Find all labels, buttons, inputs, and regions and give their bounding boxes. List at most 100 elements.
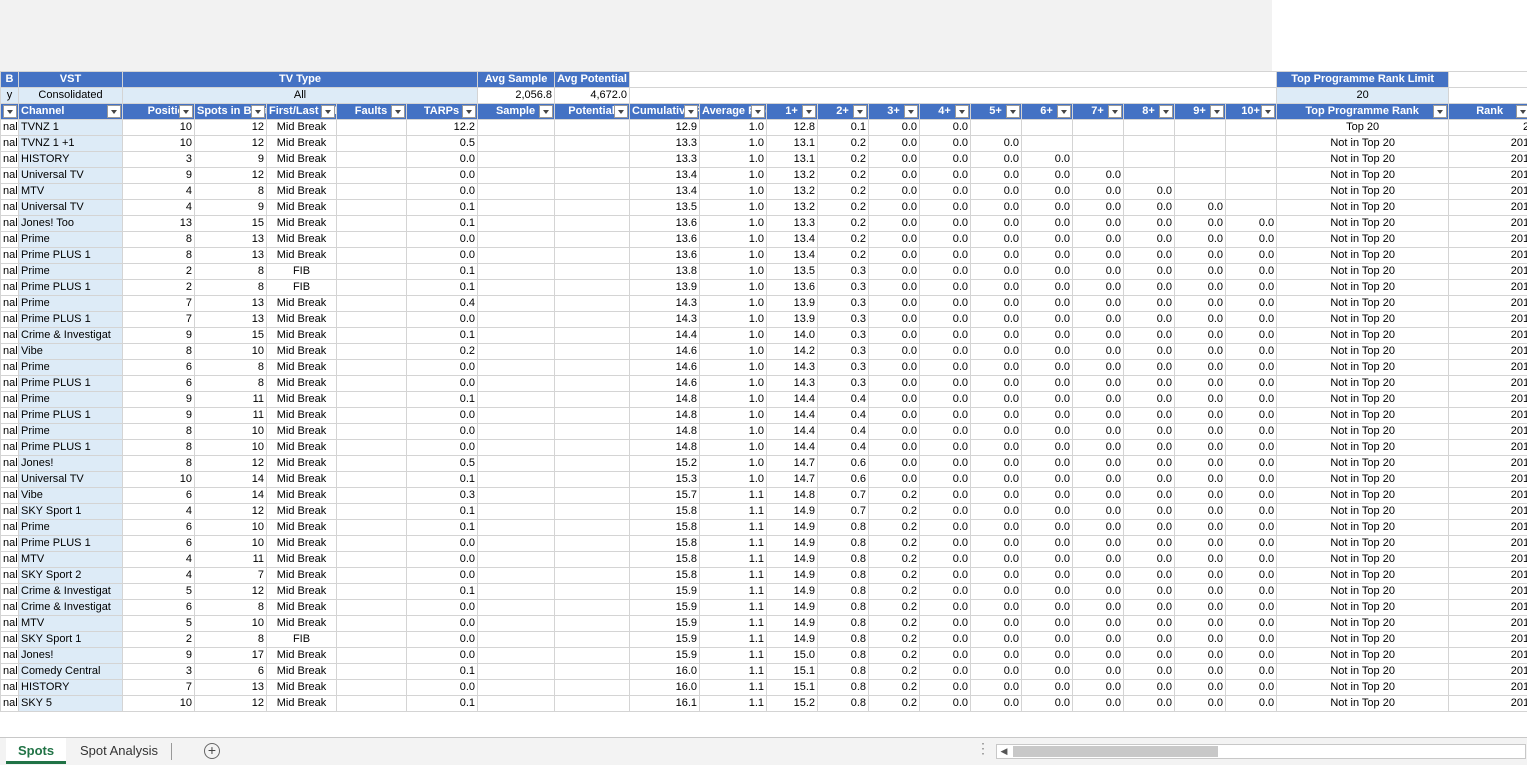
cell-p3[interactable]: 0.2 bbox=[868, 631, 921, 648]
cell-tpr[interactable]: Not in Top 20 bbox=[1276, 439, 1450, 456]
cell-cum[interactable]: 13.5 bbox=[629, 199, 701, 216]
cell-rank[interactable]: 201 bbox=[1448, 407, 1527, 424]
cell-potential[interactable] bbox=[554, 567, 631, 584]
cell-p6[interactable]: 0.0 bbox=[1021, 535, 1074, 552]
cell-spots[interactable]: 10 bbox=[194, 343, 267, 360]
cell-pos[interactable]: 2 bbox=[122, 631, 195, 648]
cell-fl[interactable]: Mid Break bbox=[266, 183, 337, 200]
cell-p9[interactable]: 0.0 bbox=[1174, 535, 1227, 552]
cell-p4[interactable]: 0.0 bbox=[919, 471, 972, 488]
filter-dropdown-icon[interactable] bbox=[1159, 105, 1174, 118]
filter-dropdown-icon[interactable] bbox=[1516, 105, 1527, 118]
cell-p5[interactable]: 0.0 bbox=[970, 487, 1023, 504]
cell-ch[interactable]: Prime bbox=[18, 391, 123, 408]
cell-rank[interactable]: 201 bbox=[1448, 583, 1527, 600]
cell-pos[interactable]: 9 bbox=[122, 167, 195, 184]
cell-p4[interactable]: 0.0 bbox=[919, 615, 972, 632]
cell-potential[interactable] bbox=[554, 471, 631, 488]
cell-p3[interactable]: 0.0 bbox=[868, 471, 921, 488]
cell-sample[interactable] bbox=[477, 343, 556, 360]
cell-p2[interactable]: 0.3 bbox=[817, 279, 870, 296]
cell-p7[interactable]: 0.0 bbox=[1072, 503, 1125, 520]
cell-p10[interactable]: 0.0 bbox=[1225, 519, 1278, 536]
cell-p3[interactable]: 0.0 bbox=[868, 407, 921, 424]
filter-dropdown-icon[interactable] bbox=[684, 105, 699, 118]
cell-potential[interactable] bbox=[554, 583, 631, 600]
cell-sample[interactable] bbox=[477, 215, 556, 232]
cell-spots[interactable]: 15 bbox=[194, 327, 267, 344]
cell-t0[interactable]: nal bbox=[0, 183, 19, 200]
cell-tpr[interactable]: Not in Top 20 bbox=[1276, 615, 1450, 632]
cell-p2[interactable]: 0.2 bbox=[817, 183, 870, 200]
cell-p7[interactable] bbox=[1072, 135, 1125, 152]
cell-fl[interactable]: Mid Break bbox=[266, 647, 337, 664]
cell-freq[interactable]: 1.0 bbox=[699, 167, 768, 184]
cell-p5[interactable]: 0.0 bbox=[970, 231, 1023, 248]
cell-fl[interactable]: Mid Break bbox=[266, 247, 337, 264]
cell-tarps[interactable]: 0.1 bbox=[405, 215, 479, 232]
cell-t0[interactable]: nal bbox=[0, 359, 19, 376]
cell-pos[interactable]: 9 bbox=[122, 407, 195, 424]
cell-freq[interactable]: 1.0 bbox=[699, 375, 768, 392]
cell-p1[interactable]: 14.9 bbox=[766, 535, 819, 552]
cell-p7[interactable]: 0.0 bbox=[1072, 167, 1125, 184]
cell-faults[interactable] bbox=[336, 231, 407, 248]
cell-p3[interactable]: 0.2 bbox=[868, 583, 921, 600]
cell-p2[interactable]: 0.3 bbox=[817, 295, 870, 312]
cell-spots[interactable]: 11 bbox=[194, 551, 267, 568]
cell-potential[interactable] bbox=[554, 631, 631, 648]
cell-rank[interactable]: 201 bbox=[1448, 391, 1527, 408]
cell-cum[interactable]: 14.4 bbox=[629, 327, 701, 344]
cell-p8[interactable]: 0.0 bbox=[1123, 551, 1176, 568]
cell-p7[interactable] bbox=[1072, 151, 1125, 168]
cell-rank[interactable]: 201 bbox=[1448, 487, 1527, 504]
cell-fl[interactable]: Mid Break bbox=[266, 407, 337, 424]
cell-sample[interactable] bbox=[477, 247, 556, 264]
cell-p3[interactable]: 0.0 bbox=[868, 423, 921, 440]
cell-rank[interactable]: 201 bbox=[1448, 615, 1527, 632]
cell-tpr[interactable]: Not in Top 20 bbox=[1276, 647, 1450, 664]
cell-p9[interactable]: 0.0 bbox=[1174, 695, 1227, 712]
cell-pos[interactable]: 7 bbox=[122, 295, 195, 312]
cell-tarps[interactable]: 0.0 bbox=[405, 647, 479, 664]
cell-p3[interactable]: 0.0 bbox=[868, 199, 921, 216]
cell-p6[interactable]: 0.0 bbox=[1021, 247, 1074, 264]
cell-p2[interactable]: 0.6 bbox=[817, 455, 870, 472]
cell-freq[interactable]: 1.1 bbox=[699, 519, 768, 536]
cell-p9[interactable]: 0.0 bbox=[1174, 567, 1227, 584]
cell-p1[interactable]: 14.4 bbox=[766, 391, 819, 408]
cell-tpr[interactable]: Not in Top 20 bbox=[1276, 327, 1450, 344]
cell-p8[interactable]: 0.0 bbox=[1123, 519, 1176, 536]
cell-p4[interactable]: 0.0 bbox=[919, 391, 972, 408]
cell-tpr[interactable]: Not in Top 20 bbox=[1276, 135, 1450, 152]
cell-spots[interactable]: 8 bbox=[194, 631, 267, 648]
cell-pos[interactable]: 8 bbox=[122, 247, 195, 264]
cell-freq[interactable]: 1.0 bbox=[699, 135, 768, 152]
cell-ch[interactable]: Crime & Investigat bbox=[18, 599, 123, 616]
cell-p3[interactable]: 0.0 bbox=[868, 119, 921, 136]
cell-faults[interactable] bbox=[336, 503, 407, 520]
cell-p1[interactable]: 14.7 bbox=[766, 471, 819, 488]
cell-tarps[interactable]: 0.4 bbox=[405, 295, 479, 312]
cell-p7[interactable]: 0.0 bbox=[1072, 199, 1125, 216]
cell-spots[interactable]: 12 bbox=[194, 503, 267, 520]
cell-p8[interactable]: 0.0 bbox=[1123, 455, 1176, 472]
cell-t0[interactable]: nal bbox=[0, 151, 19, 168]
cell-p6[interactable]: 0.0 bbox=[1021, 567, 1074, 584]
cell-p10[interactable]: 0.0 bbox=[1225, 247, 1278, 264]
cell-p1[interactable]: 15.0 bbox=[766, 647, 819, 664]
cell-fl[interactable]: Mid Break bbox=[266, 199, 337, 216]
cell-p9[interactable]: 0.0 bbox=[1174, 231, 1227, 248]
cell-p7[interactable]: 0.0 bbox=[1072, 679, 1125, 696]
cell-p7[interactable]: 0.0 bbox=[1072, 407, 1125, 424]
cell-p7[interactable]: 0.0 bbox=[1072, 663, 1125, 680]
cell-t0[interactable]: nal bbox=[0, 679, 19, 696]
cell-tpr[interactable]: Not in Top 20 bbox=[1276, 535, 1450, 552]
cell-p3[interactable]: 0.0 bbox=[868, 215, 921, 232]
cell-fl[interactable]: Mid Break bbox=[266, 135, 337, 152]
cell-tarps[interactable]: 0.1 bbox=[405, 583, 479, 600]
cell-sample[interactable] bbox=[477, 679, 556, 696]
cell-ch[interactable]: HISTORY bbox=[18, 679, 123, 696]
cell-p6[interactable]: 0.0 bbox=[1021, 455, 1074, 472]
cell-freq[interactable]: 1.1 bbox=[699, 679, 768, 696]
